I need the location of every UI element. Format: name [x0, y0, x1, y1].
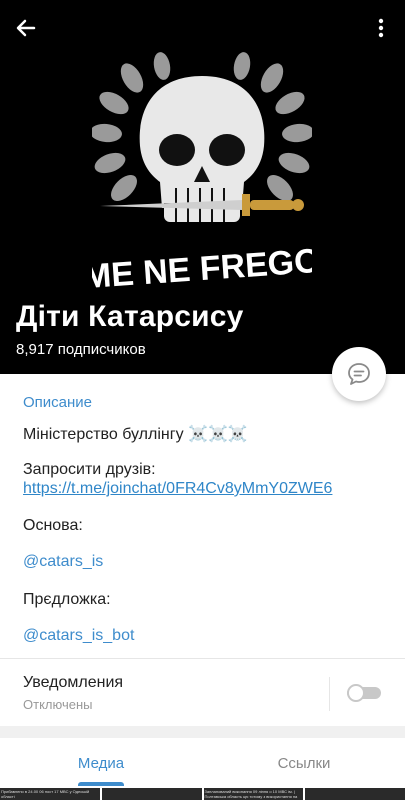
tab-media[interactable]: Медиа — [0, 738, 202, 788]
more-options-button[interactable] — [365, 12, 397, 44]
suggest-bot-handle[interactable]: @catars_is_bot — [23, 627, 134, 645]
media-thumbnail[interactable]: Запланований виконання 09 ліпня о 10 МВС… — [203, 788, 304, 800]
chat-bubble-icon — [348, 363, 370, 385]
main-channel-handle[interactable]: @catars_is — [23, 553, 103, 571]
media-thumbnail[interactable] — [305, 788, 405, 800]
channel-title: Діти Катарсису — [16, 300, 244, 333]
notifications-toggle[interactable] — [347, 684, 381, 702]
section-gap — [0, 726, 405, 738]
description-line: Міністерство буллінгу ☠️☠️☠️ — [23, 426, 248, 443]
divider — [0, 658, 405, 659]
media-thumbnail[interactable] — [101, 788, 202, 800]
active-tab-indicator — [78, 782, 124, 786]
divider — [329, 677, 330, 711]
notifications-label: Уведомления — [23, 674, 124, 691]
toggle-knob — [347, 684, 365, 702]
notifications-state: Отключены — [23, 697, 93, 712]
main-channel-label: Основа: — [23, 517, 83, 534]
invite-link[interactable]: https://t.me/joinchat/0FR4Cv8yMmY0ZWE6 — [23, 480, 332, 498]
media-grid: Прибавлено в 24.00 06 пост 17 МВС у Одес… — [0, 788, 405, 800]
description-title: Описание — [23, 394, 93, 411]
media-tabs: Медиа Ссылки — [0, 738, 405, 788]
invite-label: Запросити друзів: — [23, 461, 156, 478]
suggest-label: Прєдложка: — [23, 591, 111, 608]
back-button[interactable] — [10, 12, 42, 44]
more-vertical-icon — [378, 18, 384, 38]
discussion-button[interactable] — [332, 347, 386, 401]
arrow-left-icon — [16, 19, 36, 37]
subscriber-count: 8,917 подписчиков — [16, 341, 146, 358]
tab-links[interactable]: Ссылки — [203, 738, 405, 788]
channel-avatar-art: ME NE FREGO — [92, 52, 312, 297]
banner-text: ME NE FREGO — [92, 242, 312, 297]
media-thumbnail[interactable]: Прибавлено в 24.00 06 пост 17 МВС у Одес… — [0, 788, 100, 800]
channel-header: ME NE FREGO Діти Катарсису 8,917 подписч… — [0, 0, 405, 374]
